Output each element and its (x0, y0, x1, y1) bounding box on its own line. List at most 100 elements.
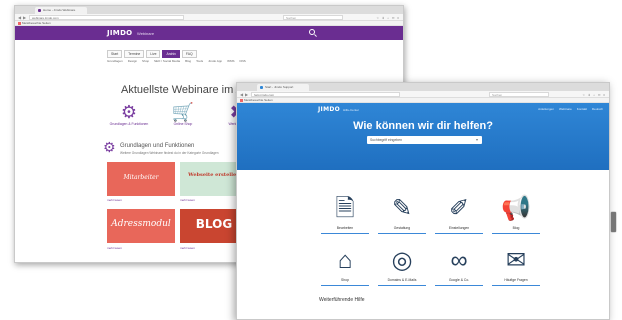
forward-arrow-icon[interactable]: ▶ (23, 15, 26, 20)
card-underline (435, 285, 483, 286)
menu-item-faq[interactable]: FAQ (181, 50, 197, 58)
favicon-icon (260, 86, 263, 89)
primary-menu: Start Termine Live Archiv FAQ (107, 50, 197, 58)
submenu-item[interactable]: Jimdo App (208, 59, 222, 63)
tab-title: Start - Jimdo Support (265, 85, 294, 89)
submenu-item[interactable]: Tools (196, 59, 203, 63)
card-underline (321, 233, 369, 234)
address-bar-row: ◀ ▶ help.jimdo.com Suchen ☆ ⬇ ⌂ ✉ ≡ (237, 91, 609, 98)
url-field[interactable]: webinare.jimdo.com (29, 15, 185, 20)
topic-select[interactable]: Suchbegriff eingeben ▾ (367, 136, 482, 144)
help-card-shop[interactable]: ⌂ Shop (321, 245, 369, 286)
side-scroll-handle[interactable] (611, 212, 616, 232)
submenu-item[interactable]: Grundlagen (107, 59, 123, 63)
jimdo-logo[interactable]: JIMDO (107, 29, 132, 37)
browser-search-field[interactable]: Suchen (283, 15, 343, 20)
settings-icon: ✐ (448, 195, 470, 222)
browser-tab[interactable]: Home - Jimdo Webinare (35, 7, 87, 14)
read-more-link[interactable]: mehr lesen (180, 198, 195, 202)
help-card-label: Bearbeiten (336, 226, 354, 230)
globe-icon: ◎ (391, 247, 413, 274)
browser-tab[interactable]: Start - Jimdo Support (257, 84, 309, 91)
webinar-thumbnail[interactable]: Adressmodul (107, 209, 175, 243)
cart-icon: 🛒 (171, 102, 195, 122)
logo-subtitle: Hilfe-Center (343, 108, 360, 112)
back-arrow-icon[interactable]: ◀ (240, 92, 243, 97)
submenu-item[interactable]: DNS (239, 59, 245, 63)
help-card-gestaltung[interactable]: ✎ Gestaltung (378, 193, 426, 234)
editor-icon: 🗎 (335, 195, 355, 222)
faq-icon: ✉ (505, 247, 527, 274)
menu-item-live[interactable]: Live (146, 50, 161, 58)
site-header: JIMDO Webinare (15, 26, 403, 40)
gears-icon: ⚙ (103, 139, 116, 155)
category-label: Online Shop (173, 122, 193, 126)
shop-icon: ⌂ (337, 247, 353, 274)
help-card-blog[interactable]: 📢 Blog (492, 193, 540, 234)
help-card-google[interactable]: ∞ Google & Co. (435, 245, 483, 286)
tab-title: Home - Jimdo Webinare (43, 8, 76, 12)
thumbnail-title: Adressmodul (111, 219, 171, 229)
search-icon[interactable] (309, 29, 315, 35)
menu-item-termine[interactable]: Termine (124, 50, 145, 58)
gears-icon: ⚙ (120, 102, 138, 122)
help-card-label: Shop (341, 278, 349, 282)
bookmark-item[interactable]: Meistbesuchte Seiten (18, 22, 51, 25)
help-card-einstellungen[interactable]: ✐ Einstellungen (435, 193, 483, 234)
category-grundlagen[interactable]: ⚙ Grundlagen & Funktionen (107, 102, 151, 126)
favicon-icon (38, 9, 41, 12)
submenu-item[interactable]: Shop (142, 59, 149, 63)
browser-window-help: Start - Jimdo Support ◀ ▶ help.jimdo.com… (236, 82, 610, 320)
read-more-link[interactable]: mehr lesen (180, 246, 195, 250)
help-card-label: Domains & E-Mails (387, 278, 417, 282)
submenu-item[interactable]: Design (128, 59, 137, 63)
card-underline (435, 233, 483, 234)
submenu-item[interactable]: SEO / Social Media (154, 59, 180, 63)
toolbar-icons[interactable]: ☆ ⬇ ⌂ ✉ ≡ (582, 93, 606, 97)
toolbar-icons[interactable]: ☆ ⬇ ⌂ ✉ ≡ (376, 16, 400, 20)
help-card-label: Google & Co. (448, 278, 470, 282)
url-field[interactable]: help.jimdo.com (251, 92, 400, 97)
help-card-label: Blog (512, 226, 520, 230)
forward-arrow-icon[interactable]: ▶ (245, 92, 248, 97)
composite-screenshot: Home - Jimdo Webinare ◀ ▶ webinare.jimdo… (0, 0, 622, 320)
design-icon: ✎ (391, 195, 413, 222)
select-value: Suchbegriff eingeben (370, 138, 402, 142)
card-underline (378, 285, 426, 286)
help-card-label: Häufige Fragen (504, 278, 528, 282)
help-card-label: Gestaltung (393, 226, 411, 230)
card-underline (492, 233, 540, 234)
bookmark-item[interactable]: Meistbesuchte Seiten (240, 99, 273, 102)
help-card-domains[interactable]: ◎ Domains & E-Mails (378, 245, 426, 286)
hero-title: Wie können wir dir helfen? (353, 120, 493, 132)
read-more-link[interactable]: mehr lesen (107, 246, 122, 250)
hero-banner: JIMDO Hilfe-Center Anleitungen Webinare … (237, 103, 609, 170)
browser-search-field[interactable]: Suchen (489, 92, 549, 97)
address-bar-row: ◀ ▶ webinare.jimdo.com Suchen ☆ ⬇ ⌂ ✉ ≡ (15, 14, 403, 21)
webinar-thumbnail[interactable]: Mitarbeiter (107, 162, 175, 196)
read-more-link[interactable]: mehr lesen (107, 198, 122, 202)
nav-item[interactable]: Deutsch (592, 107, 603, 111)
logo-subtitle: Webinare (137, 31, 155, 36)
menu-item-archiv[interactable]: Archiv (162, 50, 180, 58)
card-underline (378, 233, 426, 234)
section-description: Weitere Grundlagen Webinare findest du i… (120, 151, 219, 155)
nav-item[interactable]: Anleitungen (538, 107, 554, 111)
back-arrow-icon[interactable]: ◀ (18, 15, 21, 20)
category-shop[interactable]: 🛒 Online Shop (163, 102, 203, 126)
submenu-item[interactable]: Blog (185, 59, 191, 63)
megaphone-icon: 📢 (501, 195, 531, 222)
nav-item[interactable]: Webinare (559, 107, 572, 111)
jimdo-logo[interactable]: JIMDO (318, 106, 340, 113)
secondary-menu: Grundlagen Design Shop SEO / Social Medi… (107, 59, 246, 63)
help-card-bearbeiten[interactable]: 🗎 Bearbeiten (321, 193, 369, 234)
nav-item[interactable]: Kontakt (577, 107, 587, 111)
help-card-faq[interactable]: ✉ Häufige Fragen (492, 245, 540, 286)
glasses-icon: ∞ (450, 247, 468, 274)
help-card-label: Einstellungen (448, 226, 470, 230)
menu-item-start[interactable]: Start (107, 50, 123, 58)
further-help-heading: Weiterführende Hilfe (319, 297, 365, 303)
submenu-item[interactable]: WMS (227, 59, 234, 63)
top-navigation: Anleitungen Webinare Kontakt Deutsch (538, 107, 603, 111)
tab-strip: Start - Jimdo Support (237, 83, 609, 98)
